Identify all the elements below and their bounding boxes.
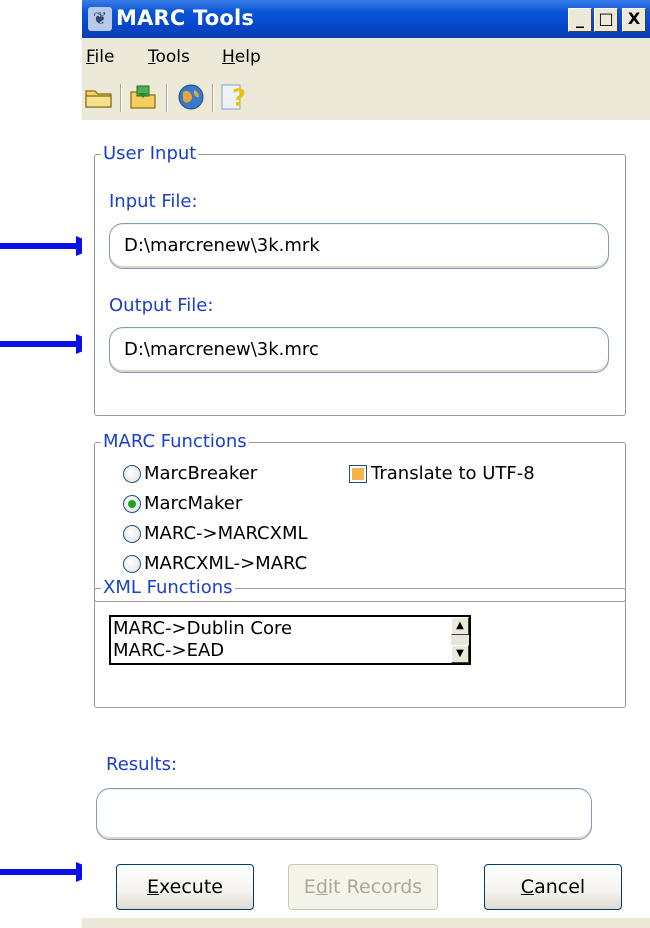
edit-records-button[interactable]: Edit Records [288,864,438,910]
scroll-up-icon[interactable]: ▲ [451,617,469,635]
menu-help-label: elp [234,47,261,67]
toolbar-separator [120,84,121,112]
menu-file[interactable]: File [86,47,114,67]
listbox-scrollbar[interactable]: ▲ ▼ [451,617,469,663]
cancel-key: C [520,876,535,898]
toolbar: ? [82,78,650,118]
edit-records-key: d [315,876,328,898]
save-export-icon[interactable] [128,82,158,112]
radio-button[interactable] [123,465,141,483]
main-panel: User Input Input File: D:\marcrenew\3k.m… [82,120,650,928]
results-label: Results: [106,754,178,775]
toolbar-separator [212,84,213,112]
menu-tools-key: T [148,47,156,67]
menu-file-label: ile [94,47,115,67]
radio-marc-to-marcxml-label: MARC->MARCXML [144,523,308,544]
execute-label: xecute [159,876,223,898]
edit-records-pre: E [303,876,316,898]
menu-tools[interactable]: Tools [148,47,190,67]
marc-tools-window: ❦ MARC Tools _ □ X File Tools Help ? Use… [82,0,650,928]
close-button[interactable]: X [622,8,646,32]
input-file-field[interactable]: D:\marcrenew\3k.mrk [109,223,609,269]
radio-marcmaker-label: MarcMaker [144,493,243,514]
radio-button[interactable] [123,555,141,573]
cancel-button[interactable]: Cancel [484,864,622,910]
app-icon: ❦ [88,7,112,31]
globe-icon[interactable] [176,82,206,112]
user-input-group: User Input Input File: D:\marcrenew\3k.m… [94,143,626,416]
list-item[interactable]: MARC->EAD [113,640,224,661]
radio-button[interactable] [123,525,141,543]
input-file-label: Input File: [109,191,198,212]
menu-tools-label: ools [155,47,190,67]
toolbar-separator [166,84,167,112]
radio-marcxml-to-marc-label: MARCXML->MARC [144,553,308,574]
marc-functions-legend: MARC Functions [101,431,249,452]
cancel-label: ancel [534,876,586,898]
radio-marcbreaker-label: MarcBreaker [144,463,258,484]
menu-bar: File Tools Help [82,38,650,76]
status-bar [82,918,650,928]
execute-button[interactable]: Execute [116,864,254,910]
menu-file-key: F [86,47,95,67]
output-file-label: Output File: [109,295,214,316]
help-icon[interactable]: ? [218,82,248,112]
title-bar[interactable]: ❦ MARC Tools _ □ X [82,0,650,38]
edit-records-label: it Records [327,876,423,898]
execute-key: E [147,876,160,898]
menu-help-key: H [222,47,235,67]
window-title: MARC Tools [116,6,255,30]
maximize-button[interactable]: □ [594,8,618,32]
list-item[interactable]: MARC->Dublin Core [113,618,292,639]
output-file-field[interactable]: D:\marcrenew\3k.mrc [109,327,609,373]
minimize-button[interactable]: _ [568,8,592,32]
translate-utf8-checkbox[interactable] [349,465,367,483]
svg-text:?: ? [232,84,246,112]
xml-functions-listbox[interactable]: MARC->Dublin Core MARC->EAD ▲ ▼ [109,615,471,665]
results-field[interactable] [96,788,592,840]
open-folder-icon[interactable] [84,82,114,112]
user-input-legend: User Input [101,143,199,164]
xml-functions-legend: XML Functions [101,577,235,598]
xml-functions-group: XML Functions MARC->Dublin Core MARC->EA… [94,577,626,708]
translate-utf8-label: Translate to UTF-8 [371,463,535,484]
scroll-down-icon[interactable]: ▼ [451,645,469,663]
menu-help[interactable]: Help [222,47,261,67]
radio-button-checked[interactable] [123,495,141,513]
